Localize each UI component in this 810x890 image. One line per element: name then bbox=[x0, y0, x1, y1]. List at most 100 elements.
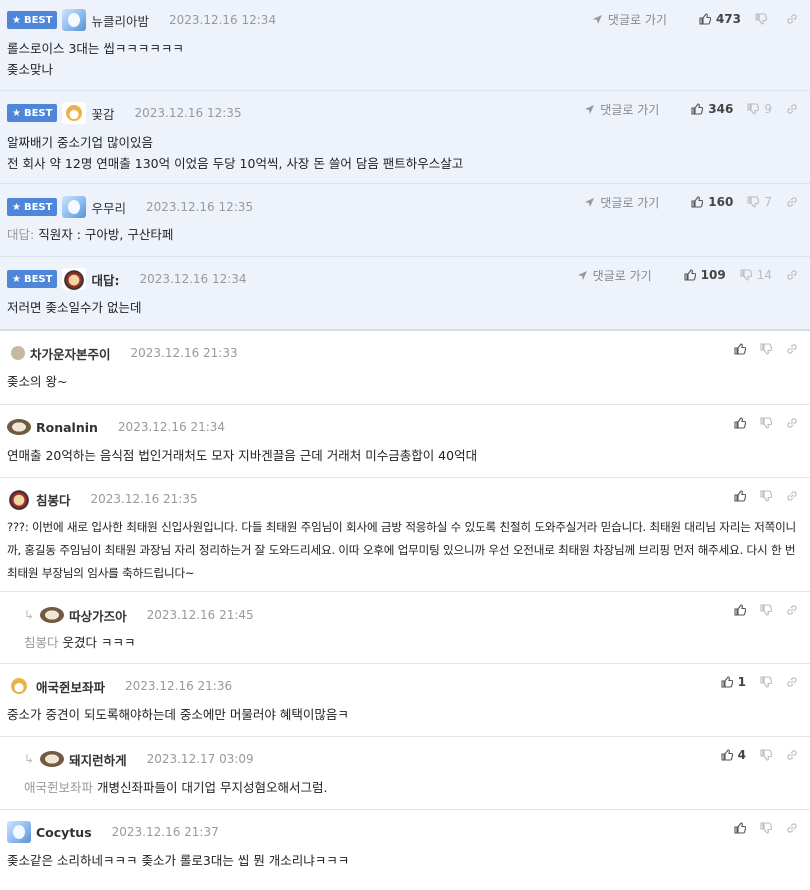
link-icon bbox=[787, 605, 797, 615]
downvote-button[interactable]: 9 bbox=[747, 102, 772, 116]
thumbs-up-icon bbox=[734, 343, 746, 355]
share-link-button[interactable] bbox=[786, 604, 798, 616]
comment-text: 중소가 중견이 되도록해야하는데 중소에만 머물러야 혜택이많음ㅋ bbox=[7, 707, 349, 722]
timestamp: 2023.12.16 12:34 bbox=[168, 13, 277, 27]
comment: 침봉다 2023.12.16 21:35 ???: 이번에 새로 입사한 최태원… bbox=[0, 478, 810, 592]
downvote-button[interactable]: 14 bbox=[740, 268, 772, 282]
timestamp: 2023.12.16 21:35 bbox=[90, 492, 198, 506]
avatar bbox=[62, 9, 87, 31]
nickname[interactable]: 꽃감 bbox=[91, 104, 114, 123]
share-link-button[interactable] bbox=[786, 13, 798, 25]
thumbs-up-icon bbox=[734, 822, 746, 834]
upvote-button[interactable] bbox=[734, 417, 746, 429]
share-link-button[interactable] bbox=[786, 490, 798, 502]
downvote-button[interactable] bbox=[760, 676, 772, 688]
thumbs-down-icon bbox=[760, 604, 772, 616]
star-icon: ★ bbox=[12, 107, 21, 119]
comment-text: ???: 이번에 새로 입사한 최태원 신입사원입니다. 다들 최태원 주임님이… bbox=[7, 520, 799, 580]
timestamp: 2023.12.16 21:36 bbox=[125, 679, 233, 693]
downvote-button[interactable] bbox=[755, 13, 772, 25]
share-link-button[interactable] bbox=[786, 749, 798, 761]
upvote-button[interactable]: 160 bbox=[691, 195, 733, 209]
reply-arrow-icon: ↳ bbox=[24, 752, 35, 766]
comment: Ronalnin 2023.12.16 21:34 연매출 20억하는 음식점 … bbox=[0, 405, 810, 478]
go-to-reply-link[interactable]: 댓글로 가기 bbox=[577, 267, 652, 284]
nickname[interactable]: 애국쥔보좌파 bbox=[36, 677, 105, 696]
avatar bbox=[62, 196, 87, 218]
thumbs-up-icon bbox=[691, 196, 704, 208]
upvote-button[interactable]: 1 bbox=[721, 675, 746, 689]
thumbs-down-icon bbox=[760, 343, 772, 355]
thumbs-down-icon bbox=[747, 103, 760, 115]
nickname[interactable]: 침봉다 bbox=[36, 490, 71, 509]
share-link-button[interactable] bbox=[786, 417, 798, 429]
avatar bbox=[62, 102, 87, 124]
downvote-button[interactable]: 7 bbox=[747, 195, 772, 209]
share-link-button[interactable] bbox=[786, 676, 798, 688]
comment-text: 좆소같은 소리하네ㅋㅋㅋ 좆소가 롤로3대는 씹 뭔 개소리냐ㅋㅋㅋ bbox=[7, 853, 350, 868]
downvote-button[interactable] bbox=[760, 604, 772, 616]
thumbs-down-icon bbox=[740, 269, 752, 281]
go-to-reply-link[interactable]: 댓글로 가기 bbox=[592, 11, 667, 28]
thumbs-down-icon bbox=[760, 822, 772, 834]
link-icon bbox=[787, 197, 797, 207]
avatar bbox=[7, 419, 31, 435]
quoted-nick[interactable]: 대답: bbox=[7, 227, 34, 242]
upvote-button[interactable]: 4 bbox=[721, 748, 746, 762]
thumbs-up-icon bbox=[734, 490, 746, 502]
comment: 차가운자본주이 2023.12.16 21:33 좆소의 왕~ bbox=[0, 331, 810, 405]
downvote-button[interactable] bbox=[760, 822, 772, 834]
downvote-button[interactable] bbox=[760, 749, 772, 761]
avatar bbox=[11, 346, 25, 360]
upvote-button[interactable] bbox=[734, 490, 746, 502]
share-link-button[interactable] bbox=[786, 196, 798, 208]
downvote-button[interactable] bbox=[760, 490, 772, 502]
thumbs-up-icon bbox=[691, 103, 704, 115]
comment: 애국쥔보좌파 2023.12.16 21:36 1 중소가 중견이 되도록해야하… bbox=[0, 664, 810, 737]
timestamp: 2023.12.16 21:34 bbox=[117, 420, 226, 434]
timestamp: 2023.12.16 12:34 bbox=[139, 272, 247, 286]
downvote-button[interactable] bbox=[760, 417, 772, 429]
upvote-button[interactable] bbox=[734, 604, 746, 616]
downvote-button[interactable] bbox=[760, 343, 772, 355]
upvote-button[interactable] bbox=[734, 343, 746, 355]
share-link-button[interactable] bbox=[786, 822, 798, 834]
nickname[interactable]: 따상가즈아 bbox=[69, 606, 127, 625]
quoted-nick[interactable]: 침봉다 bbox=[24, 635, 59, 650]
best-comment: ★ BEST 우무리 2023.12.16 12:35 댓글로 가기 160 7 … bbox=[0, 184, 810, 257]
comment-text: 저러면 좆소일수가 없는데 bbox=[7, 300, 142, 315]
nickname[interactable]: Cocytus bbox=[36, 825, 92, 840]
upvote-button[interactable]: 346 bbox=[691, 102, 733, 116]
upvote-button[interactable]: 473 bbox=[699, 12, 741, 26]
avatar bbox=[40, 607, 65, 623]
send-icon bbox=[585, 197, 595, 207]
nickname[interactable]: 돼지런하게 bbox=[69, 750, 127, 769]
best-comment: ★ BEST 대답: 2023.12.16 12:34 댓글로 가기 109 14… bbox=[0, 257, 810, 331]
share-link-button[interactable] bbox=[786, 103, 798, 115]
quoted-nick[interactable]: 애국쥔보좌파 bbox=[24, 780, 93, 795]
best-comment: ★ BEST 뉴클리아밤 2023.12.16 12:34 댓글로 가기 473 … bbox=[0, 0, 810, 91]
timestamp: 2023.12.16 21:45 bbox=[146, 608, 254, 622]
go-to-reply-link[interactable]: 댓글로 가기 bbox=[584, 194, 659, 211]
thumbs-up-icon bbox=[734, 417, 746, 429]
send-icon bbox=[585, 104, 595, 114]
comment-text: 대답: 직원자 : 구아방, 구산타페 bbox=[7, 227, 174, 242]
avatar bbox=[62, 268, 87, 290]
thumbs-up-icon bbox=[721, 676, 733, 688]
nickname[interactable]: Ronalnin bbox=[36, 420, 98, 435]
thumbs-down-icon bbox=[760, 490, 772, 502]
nickname[interactable]: 뉴클리아밤 bbox=[91, 11, 149, 30]
share-link-button[interactable] bbox=[786, 343, 798, 355]
share-link-button[interactable] bbox=[786, 269, 798, 281]
nickname[interactable]: 대답: bbox=[91, 270, 119, 289]
nickname[interactable]: 차가운자본주이 bbox=[30, 344, 111, 363]
thumbs-up-icon bbox=[684, 269, 696, 281]
reply-arrow-icon: ↳ bbox=[24, 608, 35, 622]
timestamp: 2023.12.16 21:33 bbox=[130, 346, 238, 360]
star-icon: ★ bbox=[12, 273, 21, 285]
go-to-reply-link[interactable]: 댓글로 가기 bbox=[584, 101, 659, 118]
upvote-button[interactable] bbox=[734, 822, 746, 834]
upvote-button[interactable]: 109 bbox=[684, 268, 726, 282]
best-comment: ★ BEST 꽃감 2023.12.16 12:35 댓글로 가기 346 9 알… bbox=[0, 91, 810, 184]
nickname[interactable]: 우무리 bbox=[91, 198, 126, 217]
